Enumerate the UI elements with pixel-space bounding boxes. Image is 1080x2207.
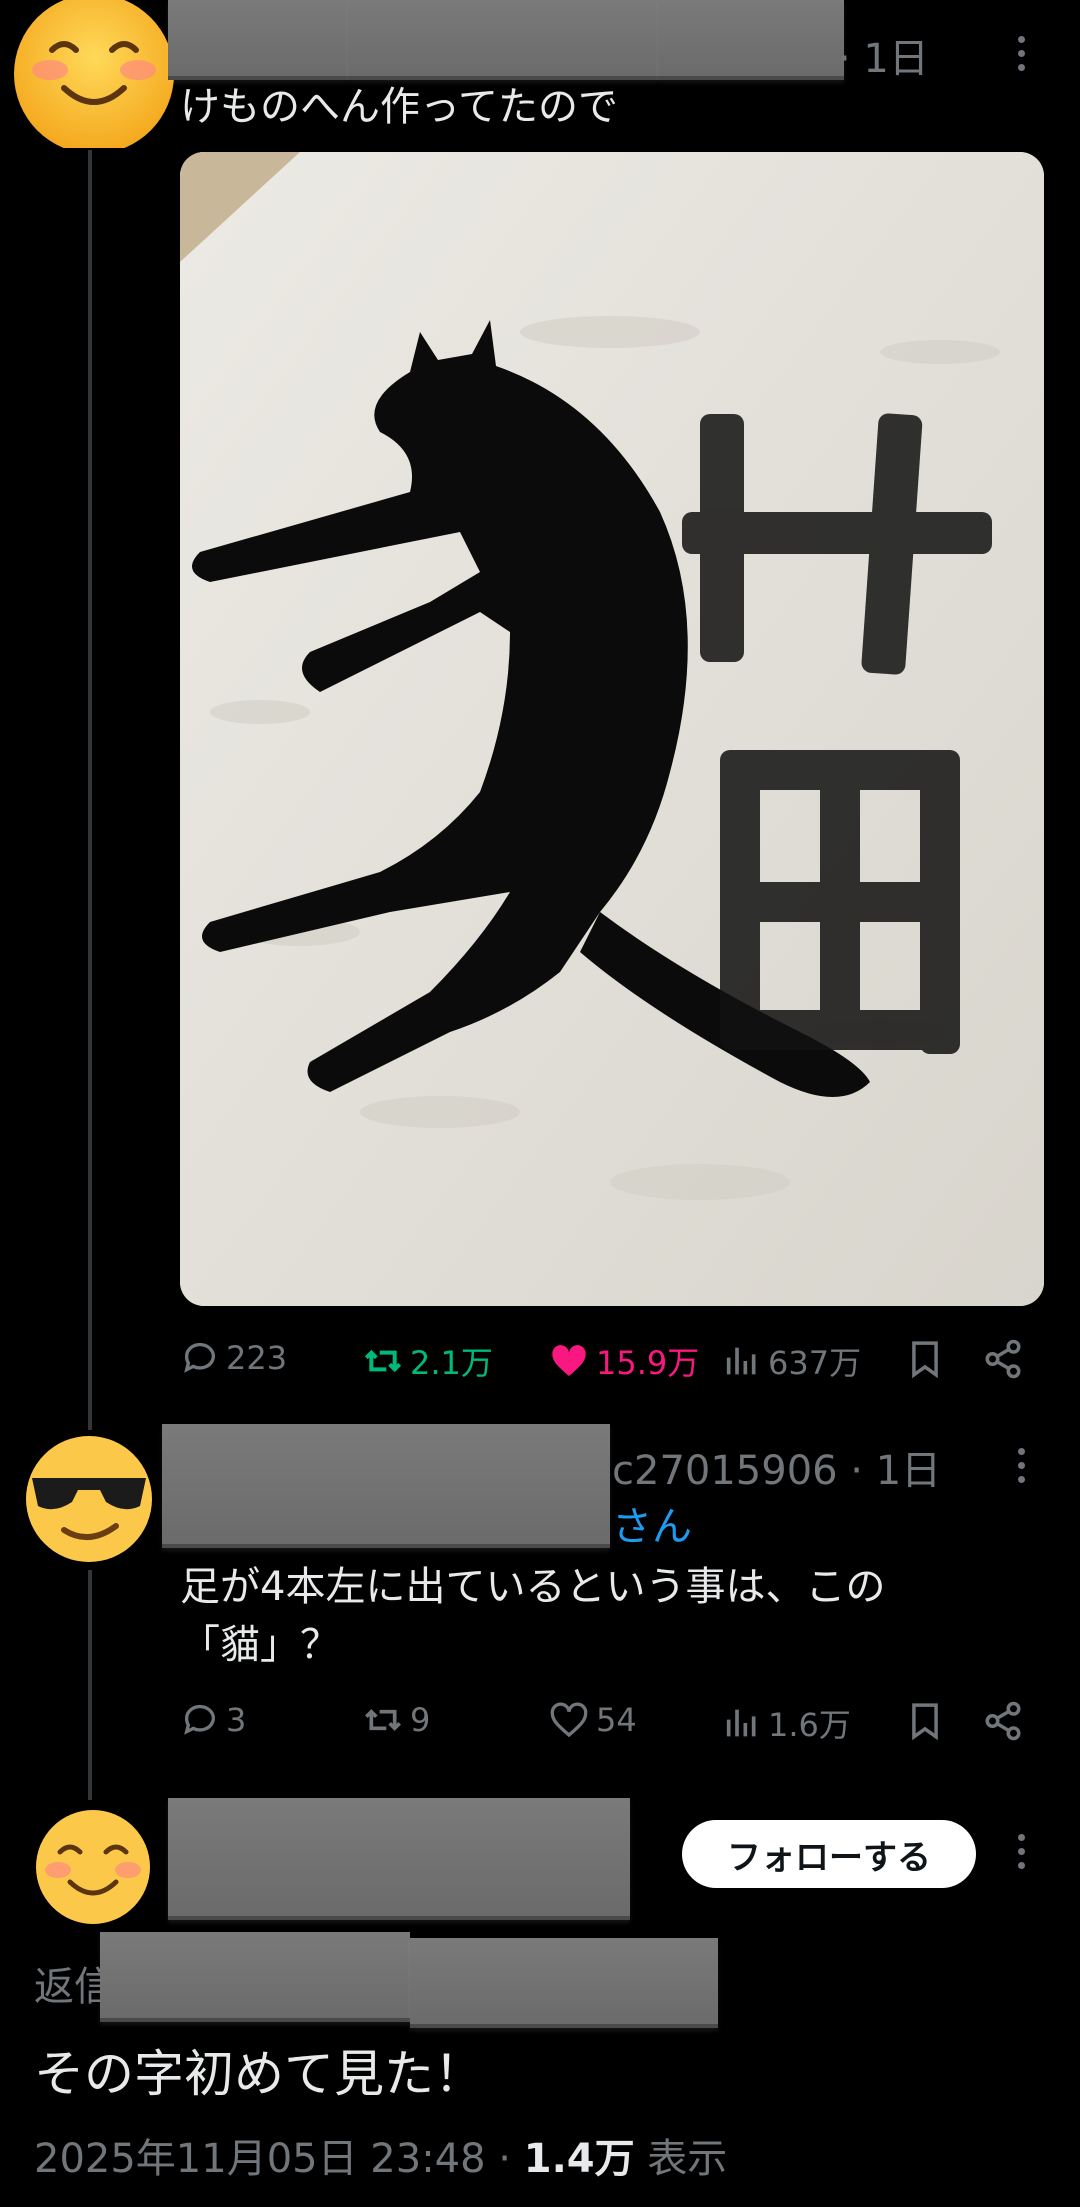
redacted-display-name — [168, 1798, 630, 1920]
thread-line — [88, 1570, 92, 1800]
share-icon — [985, 1339, 1021, 1379]
avatar[interactable] — [24, 1434, 154, 1564]
reply-icon — [184, 1342, 215, 1373]
redacted-reply-target — [100, 1932, 410, 2022]
share-icon — [985, 1701, 1021, 1741]
reply-icon — [184, 1704, 215, 1735]
more-icon[interactable] — [1018, 36, 1028, 78]
post-image[interactable]: 艹 田 — [180, 152, 1044, 1306]
redacted-display-name — [162, 1424, 610, 1548]
views-label: 表示 — [634, 2136, 728, 2182]
repost-button[interactable]: 2.1万 — [362, 1338, 493, 1384]
share-button[interactable] — [982, 1700, 1030, 1742]
reply-button[interactable]: 3 — [180, 1700, 246, 1740]
like-icon — [552, 1345, 586, 1376]
post-handle: c27015906 · 1日 — [612, 1448, 942, 1494]
views-icon — [726, 1347, 756, 1375]
more-icon[interactable] — [1018, 1448, 1028, 1490]
like-icon — [550, 1702, 588, 1738]
redacted-display-name — [168, 0, 348, 80]
bookmark-icon — [912, 1341, 938, 1379]
views-icon — [726, 1709, 756, 1737]
redacted-reply-target — [410, 1938, 718, 2028]
like-button[interactable]: 54 — [548, 1700, 637, 1740]
post-timestamp-row: 2025年11月05日 23:48 · 1.4万 表示 — [34, 2126, 727, 2184]
redacted-display-name — [348, 0, 658, 80]
reply-button[interactable]: 223 — [180, 1338, 287, 1378]
avatar[interactable] — [34, 1808, 152, 1926]
follow-button[interactable]: フォローする — [682, 1820, 976, 1888]
views-count: 1.4万 — [523, 2136, 635, 2182]
like-button[interactable]: 15.9万 — [548, 1338, 699, 1384]
timestamp[interactable]: 2025年11月05日 23:48 · — [34, 2136, 524, 2182]
bookmark-button[interactable] — [906, 1700, 950, 1742]
views-button[interactable]: 637万 — [722, 1338, 861, 1384]
replying-to-link[interactable]: さん — [612, 1494, 692, 1552]
post-text: 足が4本左に出ているという事は、この「貓」？ — [180, 1564, 886, 1668]
share-button[interactable] — [982, 1338, 1030, 1380]
post-text: けものへん作ってたので — [180, 84, 618, 130]
post-text: その字初めて見た！ — [34, 2045, 484, 2103]
redacted-handle — [658, 0, 844, 80]
views-button[interactable]: 1.6万 — [722, 1700, 851, 1746]
repost-icon — [364, 1349, 402, 1373]
bookmark-icon — [912, 1703, 938, 1741]
post-time: · 1日 — [838, 36, 929, 82]
repost-icon — [365, 1709, 401, 1731]
avatar[interactable] — [12, 0, 176, 154]
thread-line — [88, 150, 92, 1430]
more-icon[interactable] — [1018, 1834, 1028, 1876]
repost-button[interactable]: 9 — [362, 1700, 430, 1740]
bookmark-button[interactable] — [906, 1338, 950, 1380]
